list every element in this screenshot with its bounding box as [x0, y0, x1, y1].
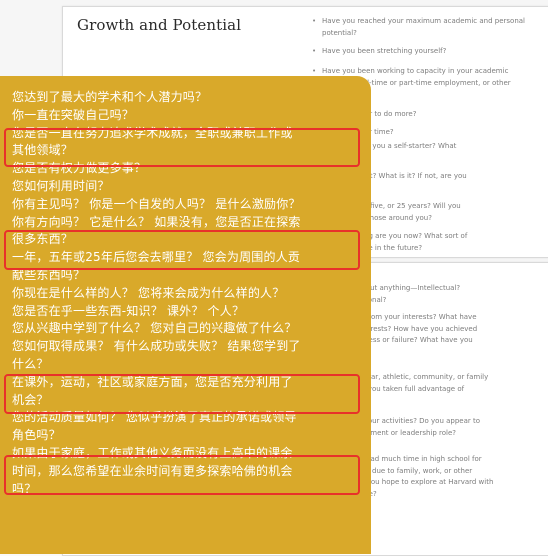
bullet-line: Have you reached your maximum academic a…	[322, 17, 525, 25]
overlay-line: 你有主见吗？ 你是一个自发的人吗？ 是什么激励你？	[12, 196, 301, 211]
bullets_top-bullet: Have you reached your maximum academic a…	[312, 16, 544, 39]
overlay-line: 您达到了最大的学术和个人潜力吗？	[12, 90, 208, 104]
overlay-line: 你有方向吗？ 它是什么？ 如果没有，您是否正在探索	[12, 214, 301, 229]
highlight-box-4	[4, 455, 360, 495]
overlay-line: 您如何取得成果？ 有什么成功或失败？ 结果您学到了	[12, 339, 301, 354]
overlay-line: 你一直在突破自己吗？	[12, 107, 135, 122]
highlight-box-1	[4, 128, 360, 167]
overlay-line: 你现在是什么样的人？ 您将来会成为什么样的人？	[12, 285, 285, 300]
highlight-box-2	[4, 230, 360, 270]
section-title: Growth and Potential	[77, 16, 242, 34]
overlay-line: 角色吗？	[12, 428, 61, 443]
overlay-line: 您从兴趣中学到了什么？ 您对自己的兴趣做了什么？	[12, 321, 297, 336]
bullet-line: Have you been stretching yourself?	[322, 47, 447, 55]
overlay-line: 您是否在乎一些东西-知识？ 课外？ 个人？	[12, 303, 245, 318]
overlay-line: 什么？	[12, 357, 49, 371]
bullets_top-bullet: Have you been stretching yourself?	[312, 46, 544, 58]
bullet-line: potential?	[322, 28, 357, 37]
overlay-line: 您如何利用时间？	[12, 179, 110, 193]
highlight-box-3	[4, 374, 360, 414]
